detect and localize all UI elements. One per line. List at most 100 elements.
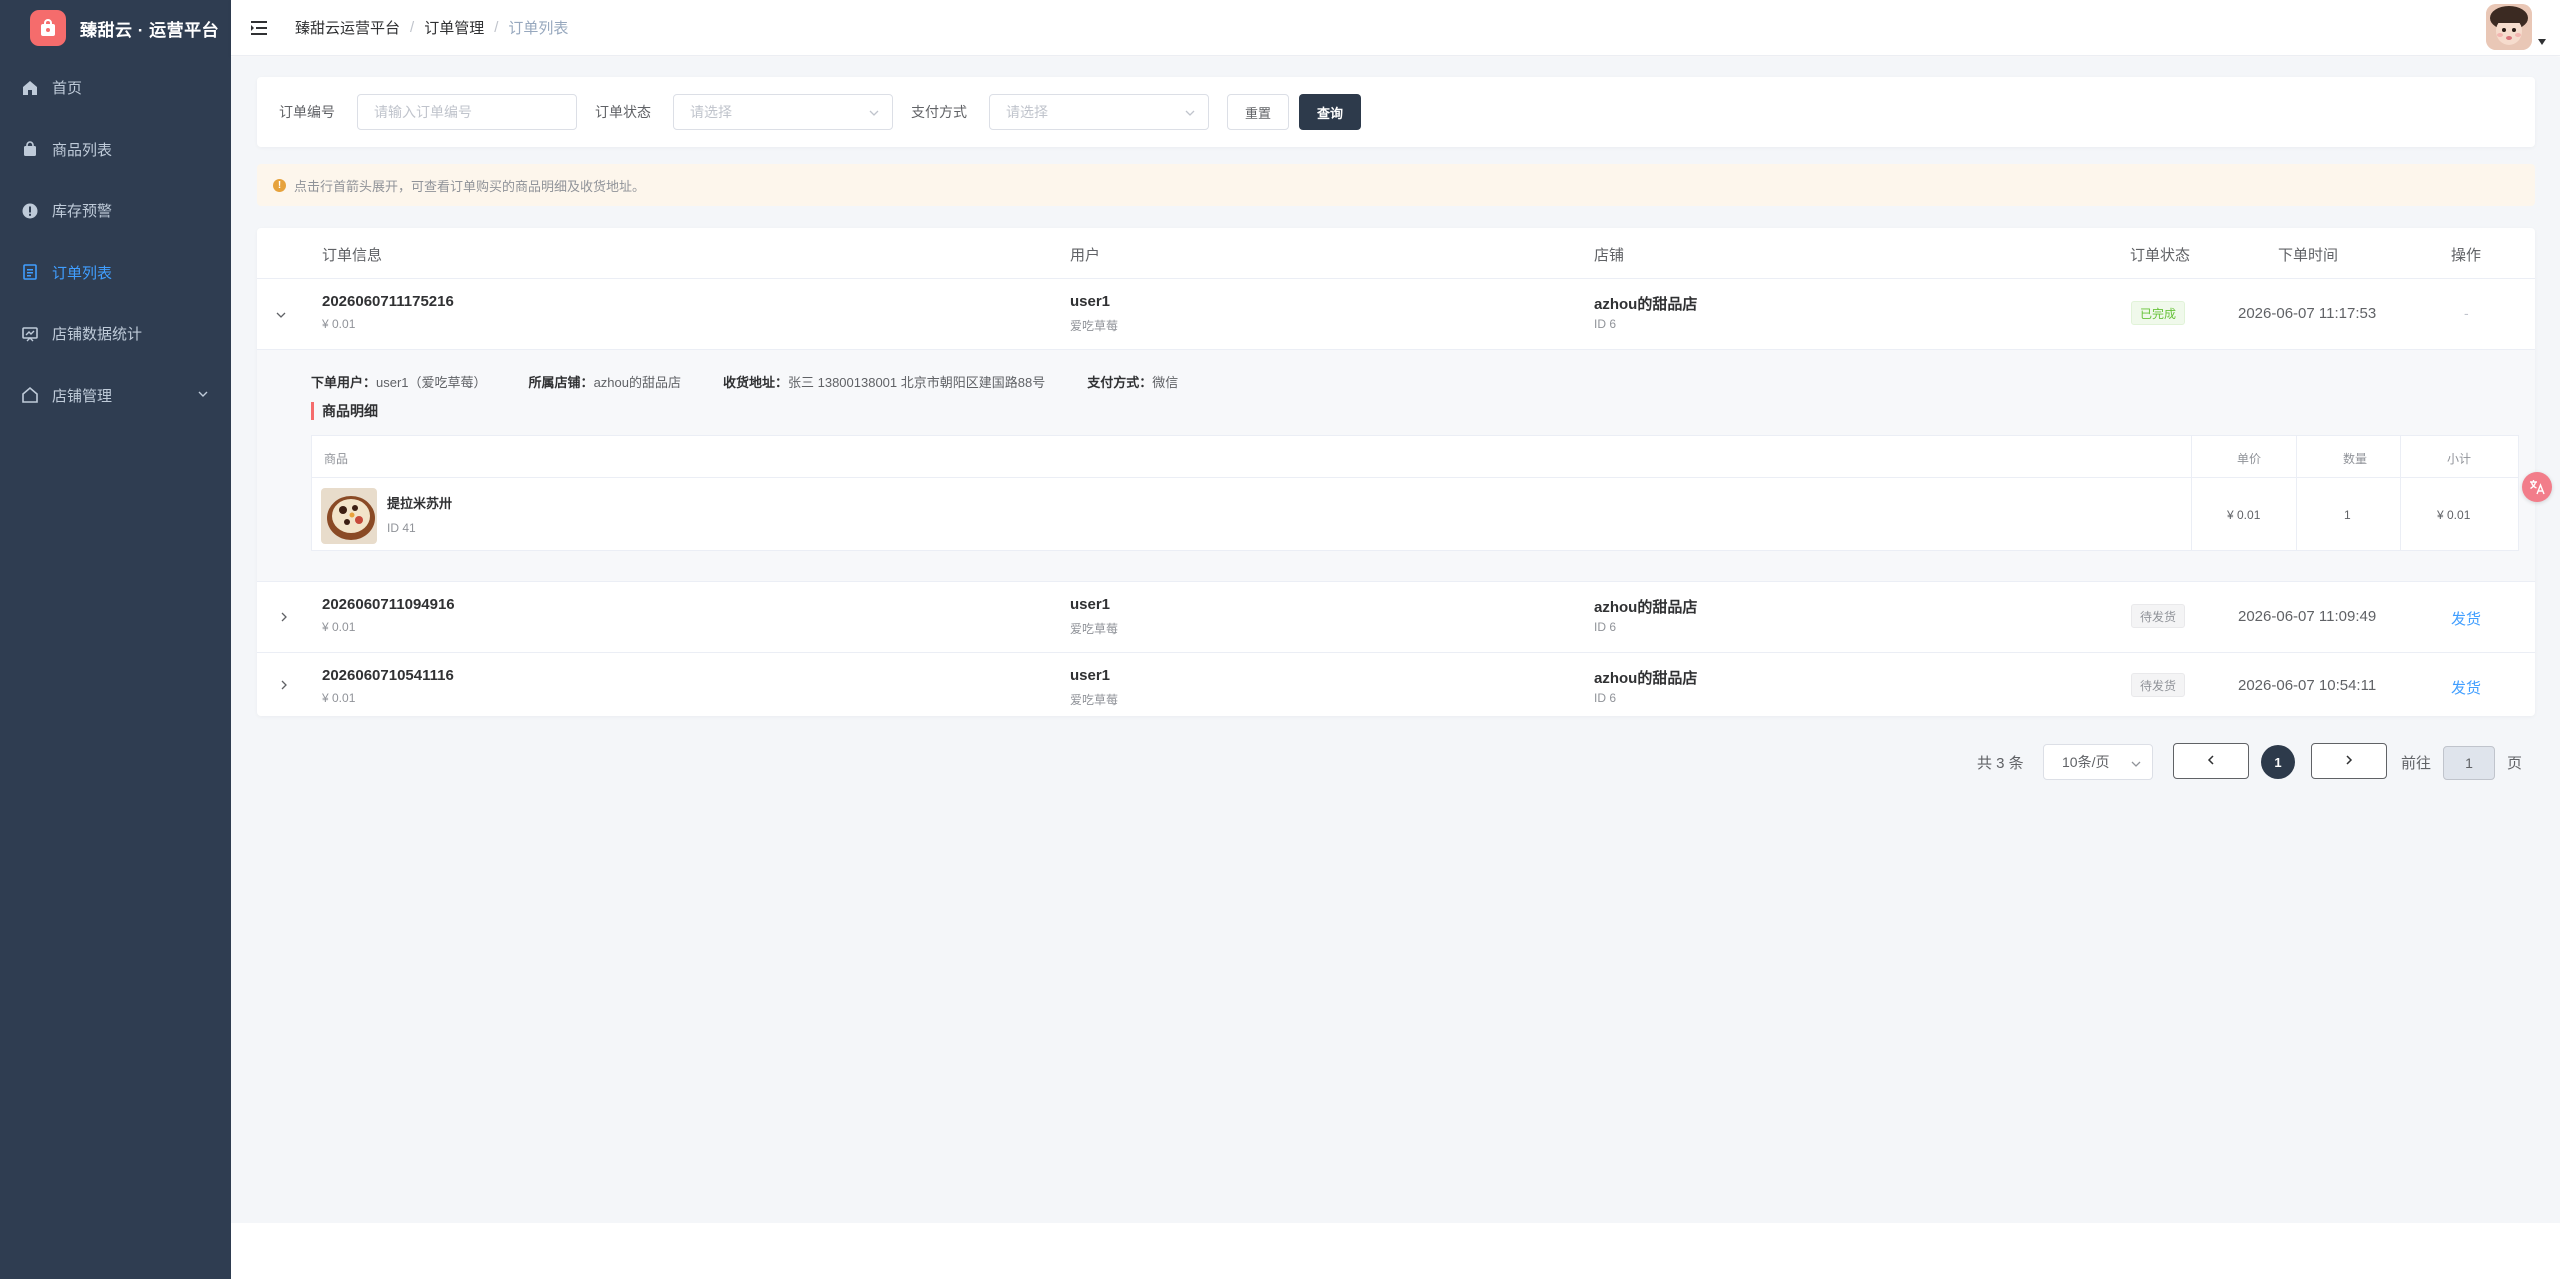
reset-button[interactable]: 重置 — [1227, 94, 1289, 130]
table-row[interactable]: 2026060710541116 ¥ 0.01 user1 爱吃草莓 azhou… — [257, 653, 2535, 716]
app-title: 臻甜云 · 运营平台 — [80, 20, 220, 40]
status-select[interactable]: 请选择 — [673, 94, 893, 130]
page-size-value: 10条/页 — [2062, 754, 2110, 770]
breadcrumb-item[interactable]: 臻甜云运营平台 — [295, 17, 400, 38]
table-row[interactable]: 2026060711094916 ¥ 0.01 user1 爱吃草莓 azhou… — [257, 582, 2535, 653]
sidebar-item-label: 首页 — [52, 80, 83, 98]
shop-id: ID 6 — [1594, 620, 1617, 634]
caret-down-icon[interactable] — [2538, 32, 2546, 48]
sidebar-item-label: 店铺管理 — [52, 387, 113, 405]
shop-name: azhou的甜品店 — [1594, 599, 1698, 616]
pagination: 共 3 条 10条/页 1 前往 1 页 — [231, 743, 2560, 783]
sidebar-item-shop-manage[interactable]: 店铺管理 — [0, 365, 231, 427]
avatar[interactable] — [2486, 4, 2532, 50]
address-key: 收货地址： — [722, 375, 788, 390]
buyer-value: user1（爱吃草莓） — [376, 375, 487, 390]
chevron-down-icon — [197, 387, 209, 404]
sidebar-item-label: 订单列表 — [52, 264, 113, 282]
user-nickname: 爱吃草莓 — [1070, 622, 1119, 636]
total-count: 共 3 条 — [1977, 755, 2024, 772]
chevron-right-icon — [2343, 753, 2355, 770]
query-button[interactable]: 查询 — [1299, 94, 1361, 130]
order-amount: ¥ 0.01 — [322, 691, 356, 705]
goto-page-input[interactable]: 1 — [2443, 746, 2495, 780]
page-size-select[interactable]: 10条/页 — [2043, 744, 2153, 780]
status-badge: 已完成 — [2131, 301, 2186, 325]
header-qty: 数量 — [2343, 452, 2368, 466]
page-number-current[interactable]: 1 — [2261, 745, 2295, 779]
product-price: ¥ 0.01 — [2227, 508, 2261, 522]
header-status: 订单状态 — [2130, 247, 2191, 264]
house-icon — [20, 385, 40, 405]
header-order: 订单信息 — [322, 247, 383, 264]
breadcrumb-item[interactable]: 订单管理 — [424, 17, 484, 38]
sidebar-item-home[interactable]: 首页 — [0, 57, 231, 119]
chevron-right-icon[interactable] — [276, 609, 292, 625]
chevron-down-icon — [1184, 106, 1196, 122]
footer — [231, 1223, 2560, 1279]
prev-page-button[interactable] — [2173, 743, 2249, 779]
chevron-right-icon[interactable] — [276, 677, 292, 693]
order-time: 2026-06-07 11:17:53 — [2238, 305, 2377, 322]
chevron-down-icon — [2130, 757, 2142, 773]
collapse-menu-icon[interactable] — [249, 17, 271, 39]
address-info: 收货地址：张三 13800138001 北京市朝阳区建国路88号 — [723, 372, 1045, 391]
sidebar-menu: 首页 商品列表 库存预警 订单列表 店铺数据统计 店铺管理 — [0, 57, 231, 426]
product-detail-table: 商品 单价 数量 小计 提拉米苏卅 ID 41 ¥ 0.01 1 ¥ 0.01 — [311, 435, 2519, 551]
breadcrumb-separator: / — [494, 19, 499, 36]
next-page-button[interactable] — [2311, 743, 2387, 779]
brand-logo-icon — [30, 10, 66, 46]
order-amount: ¥ 0.01 — [322, 317, 356, 331]
tip-text: 点击行首箭头展开，可查看订单购买的商品明细及收货地址。 — [294, 178, 646, 194]
pay-label: 支付方式 — [911, 104, 967, 120]
status-placeholder: 请选择 — [690, 104, 732, 120]
product-qty: 1 — [2344, 508, 2351, 522]
product-subtotal: ¥ 0.01 — [2437, 508, 2471, 522]
shop-info: 所属店铺：azhou的甜品店 — [529, 372, 681, 391]
user-name: user1 — [1070, 293, 1111, 310]
shop-name: azhou的甜品店 — [1594, 296, 1698, 313]
alert-circle-icon — [20, 201, 40, 221]
order-no-input[interactable]: 请输入订单编号 — [357, 94, 577, 130]
order-number: 2026060711175216 — [322, 293, 454, 310]
product-name: 提拉米苏卅 — [387, 496, 453, 511]
sidebar-item-products[interactable]: 商品列表 — [0, 119, 231, 181]
sidebar-item-orders[interactable]: 订单列表 — [0, 242, 231, 304]
sidebar-item-label: 商品列表 — [52, 141, 113, 159]
chevron-down-icon — [868, 106, 880, 122]
translate-icon[interactable] — [2522, 472, 2552, 502]
header-time: 下单时间 — [2278, 247, 2339, 264]
order-meta: 下单用户：user1（爱吃草莓） 所属店铺：azhou的甜品店 收货地址：张三 … — [311, 372, 1220, 391]
status-label: 订单状态 — [595, 104, 651, 120]
ship-button[interactable]: 发货 — [2451, 608, 2481, 629]
ship-button[interactable]: 发货 — [2451, 677, 2481, 698]
top-header: 臻甜云运营平台 / 订单管理 / 订单列表 — [231, 0, 2560, 56]
order-number: 2026060711094916 — [322, 596, 455, 613]
chevron-down-icon[interactable] — [273, 307, 289, 323]
breadcrumb: 臻甜云运营平台 / 订单管理 / 订单列表 — [295, 17, 568, 38]
order-amount: ¥ 0.01 — [322, 620, 356, 634]
header-user: 用户 — [1070, 247, 1101, 264]
order-no-placeholder: 请输入订单编号 — [374, 104, 472, 120]
table-header: 订单信息 用户 店铺 订单状态 下单时间 操作 — [257, 228, 2535, 279]
table-row[interactable]: 2026060711175216 ¥ 0.01 user1 爱吃草莓 azhou… — [257, 279, 2535, 350]
chart-board-icon — [20, 324, 40, 344]
order-time: 2026-06-07 11:09:49 — [2238, 608, 2377, 625]
user-nickname: 爱吃草莓 — [1070, 319, 1119, 333]
pay-info: 支付方式：微信 — [1087, 372, 1178, 391]
user-menu[interactable] — [2486, 4, 2546, 50]
product-image — [321, 488, 377, 544]
user-nickname: 爱吃草莓 — [1070, 693, 1119, 707]
info-icon: ! — [273, 178, 286, 192]
filter-bar: 订单编号 请输入订单编号 订单状态 请选择 支付方式 请选择 重置 查询 — [257, 77, 2535, 147]
sidebar-item-label: 库存预警 — [52, 203, 113, 221]
shop-value: azhou的甜品店 — [593, 375, 681, 390]
header-price: 单价 — [2237, 452, 2262, 466]
pay-select[interactable]: 请选择 — [989, 94, 1209, 130]
product-detail-header: 商品 单价 数量 小计 — [312, 436, 2518, 478]
sidebar-item-shop-stats[interactable]: 店铺数据统计 — [0, 303, 231, 365]
sidebar-item-stock-alert[interactable]: 库存预警 — [0, 180, 231, 242]
header-subtotal: 小计 — [2447, 452, 2472, 466]
pay-value: 微信 — [1152, 375, 1179, 390]
section-title: 商品明细 — [311, 402, 378, 420]
